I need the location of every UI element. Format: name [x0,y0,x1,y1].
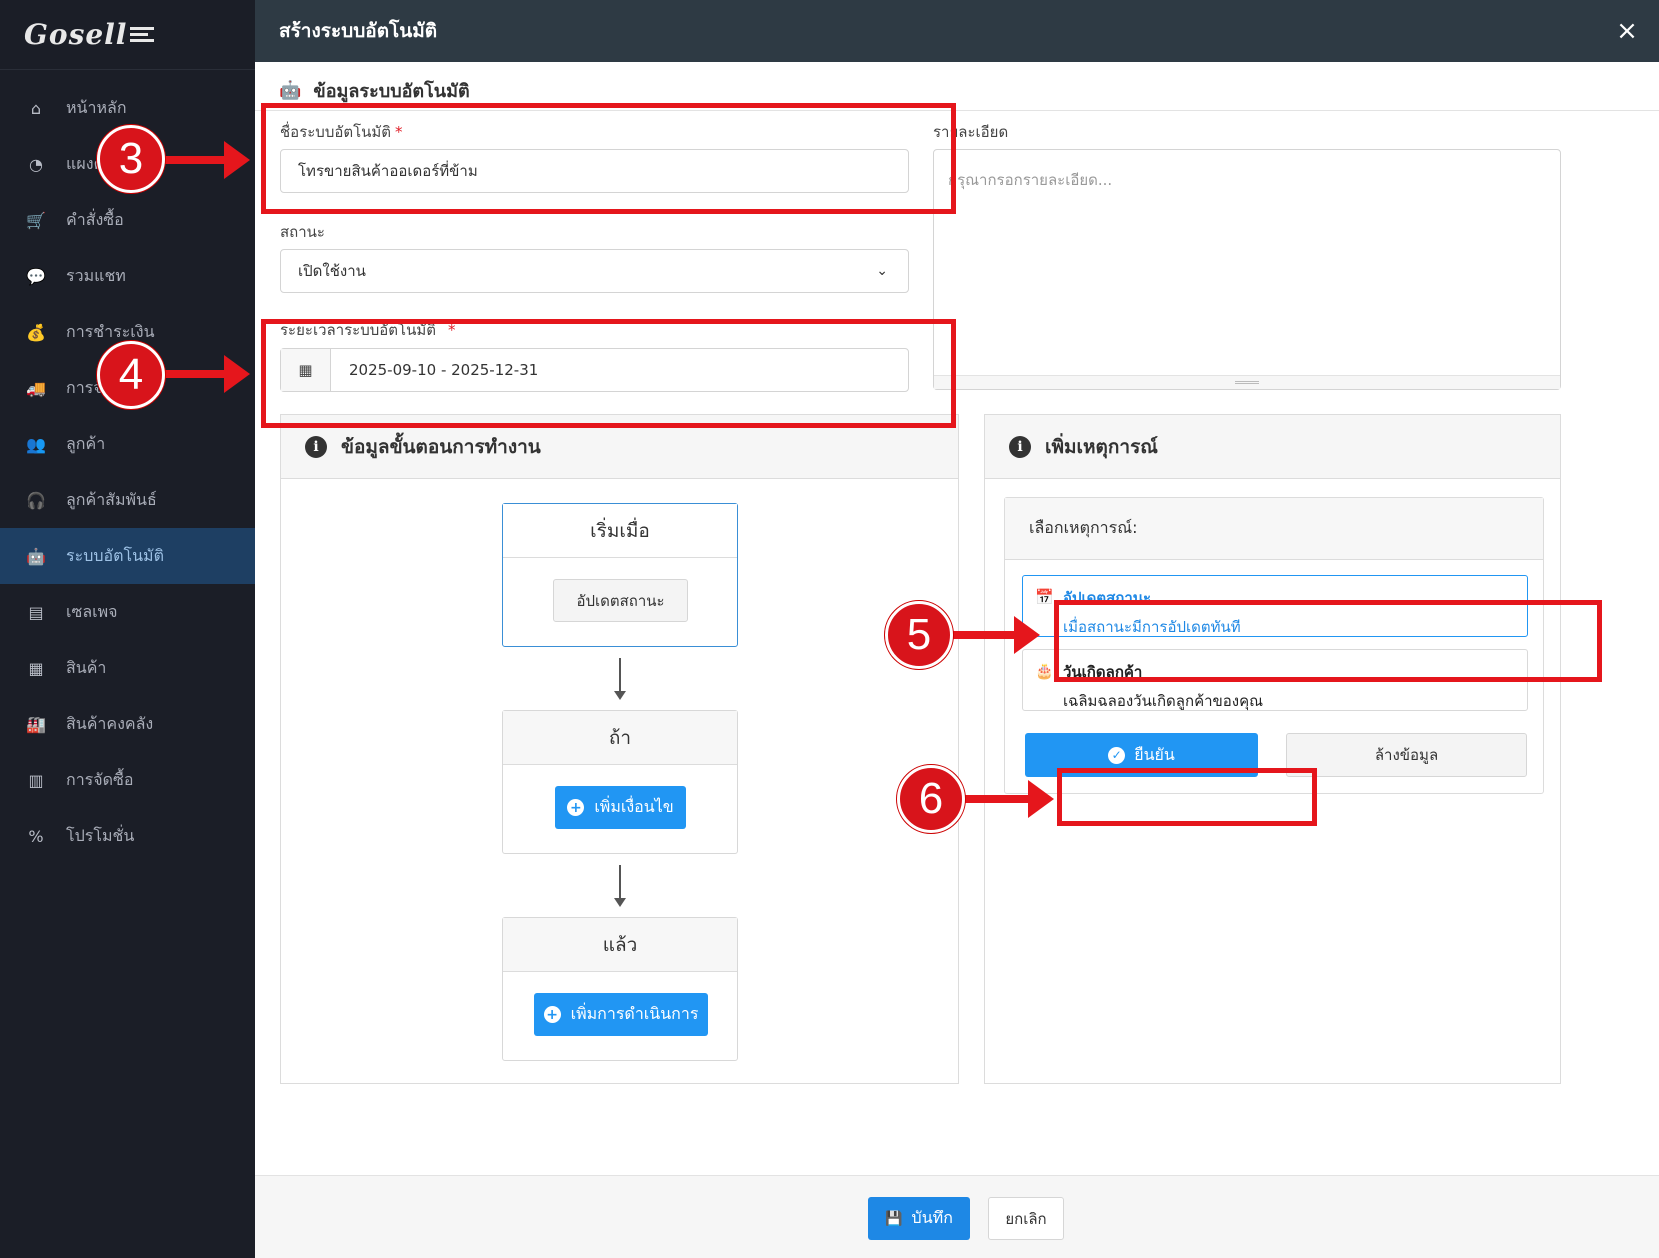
money-bag-icon: 💰 [26,322,46,342]
boxes-icon: ▦ [28,658,44,678]
trigger-status-button[interactable]: อัปเดตสถานะ [553,579,688,622]
workflow-panel: i ข้อมูลขั้นตอนการทำงาน เริ่มเมื่อ อัปเด… [280,414,959,1084]
sidebar-item-label: การชำระเงิน [66,321,155,341]
highlight-event-option [1054,600,1602,682]
close-icon[interactable]: × [1613,17,1641,45]
sidebar-item-11[interactable]: 🏭 สินค้าคงคลัง [0,696,255,752]
status-label: สถานะ [280,223,325,241]
sidebar-item-6[interactable]: 👥 ลูกค้า [0,416,255,472]
sidebar-item-3[interactable]: 💬 รวมแชท [0,248,255,304]
event-desc: เฉลิมฉลองวันเกิดลูกค้าของคุณ [1063,692,1264,710]
annotation-arrow [165,355,250,393]
workflow-title: ข้อมูลขั้นตอนการทำงาน [341,435,541,458]
clear-button[interactable]: ล้างข้อมูล [1286,733,1527,777]
annotation-badge-5: 5 [885,601,953,669]
sidebar-item-label: ลูกค้า [66,433,106,453]
annotation-arrow [962,780,1054,818]
plus-icon: + [543,1006,561,1023]
section-title: ข้อมูลระบบอัตโนมัติ [313,81,470,102]
highlight-confirm-button [1057,768,1317,826]
flow-arrow [614,865,626,907]
section-heading: 🤖 ข้อมูลระบบอัตโนมัติ [279,76,470,105]
chevron-down-icon: ⌄ [876,263,888,279]
modal-footer: 💾 บันทึก ยกเลิก [255,1175,1659,1258]
events-panel-header: i เพิ่มเหตุการณ์ [985,415,1560,479]
users-icon: 👥 [26,434,46,454]
detail-placeholder: กรุณากรอกรายละเอียด... [948,171,1113,189]
info-icon: i [305,435,327,458]
highlight-period-field [261,319,956,428]
sidebar-item-9[interactable]: ▤ เซลเพจ [0,584,255,640]
sidebar-item-label: การจัดซื้อ [66,769,134,789]
sidebar-item-label: คำสั่งซื้อ [66,209,124,229]
condition-box: ถ้า + เพิ่มเงื่อนไข [502,710,738,854]
save-button[interactable]: 💾 บันทึก [868,1197,970,1240]
warehouse-icon: 🏭 [26,714,46,734]
detail-textarea[interactable]: กรุณากรอกรายละเอียด... [933,149,1561,390]
robot-icon: 🤖 [26,546,46,566]
annotation-badge-3: 3 [97,125,165,193]
trigger-box: เริ่มเมื่อ อัปเดตสถานะ [502,503,738,647]
birthday-cake-icon: 🎂 [1035,662,1054,680]
home-icon: ⌂ [30,98,42,118]
resize-handle[interactable] [934,375,1560,389]
robot-icon: 🤖 [279,80,302,101]
sidebar-item-12[interactable]: ▥ การจัดซื้อ [0,752,255,808]
cancel-button[interactable]: ยกเลิก [988,1197,1064,1240]
modal-title: สร้างระบบอัตโนมัติ [279,20,438,42]
sidebar-item-label: สินค้าคงคลัง [66,713,154,733]
chat-icon: 💬 [26,266,46,286]
status-select[interactable]: เปิดใช้งาน ⌄ [280,249,909,293]
sidebar-item-10[interactable]: ▦ สินค้า [0,640,255,696]
sidebar-item-label: สินค้า [66,657,107,677]
plus-icon: + [567,799,585,816]
event-select-label: เลือกเหตุการณ์: [1005,498,1543,560]
sidebar-item-label: โปรโมชั่น [66,825,135,845]
sidebar-item-label: ลูกค้าสัมพันธ์ [66,489,157,509]
add-action-button[interactable]: + เพิ่มการดำเนินการ [534,993,708,1036]
action-title: แล้ว [503,918,737,972]
flow-arrow [614,658,626,700]
sidebar-item-label: ระบบอัตโนมัติ [66,545,164,565]
logo-cart-icon [130,23,156,47]
add-condition-button[interactable]: + เพิ่มเงื่อนไข [555,786,686,829]
annotation-arrow [165,141,250,179]
annotation-arrow [950,616,1040,654]
sidebar-item-label: เซลเพจ [66,601,118,621]
app-logo[interactable]: Gosell [0,0,255,70]
condition-title: ถ้า [503,711,737,765]
sidebar-item-2[interactable]: 🛒 คำสั่งซื้อ [0,192,255,248]
sidebar-item-8[interactable]: 🤖 ระบบอัตโนมัติ [0,528,255,584]
headset-icon: 🎧 [26,490,46,510]
info-icon: i [1009,435,1031,458]
truck-icon: 🚚 [26,378,46,398]
events-title: เพิ่มเหตุการณ์ [1045,435,1158,458]
check-circle-icon: ✓ [1108,746,1126,764]
window-icon: ▤ [28,602,44,622]
sidebar-item-7[interactable]: 🎧 ลูกค้าสัมพันธ์ [0,472,255,528]
logo-text: Gosell [24,18,128,51]
cart-icon: 🛒 [26,210,46,230]
annotation-badge-4: 4 [97,341,165,409]
trigger-title: เริ่มเมื่อ [503,504,737,558]
events-panel: i เพิ่มเหตุการณ์ เลือกเหตุการณ์: 📅 อัปเด… [984,414,1561,1084]
percent-icon: % [28,826,44,846]
sidebar-item-label: รวมแชท [66,265,126,285]
sidebar-item-label: หน้าหลัก [66,97,127,117]
sidebar-item-13[interactable]: % โปรโมชั่น [0,808,255,864]
action-box: แล้ว + เพิ่มการดำเนินการ [502,917,738,1061]
highlight-name-field [261,103,956,214]
status-value: เปิดใช้งาน [298,262,366,280]
dashboard-icon: ◔ [29,154,43,174]
pallet-icon: ▥ [28,770,44,790]
modal-header: สร้างระบบอัตโนมัติ × [255,0,1659,62]
calendar-edit-icon: 📅 [1035,588,1054,606]
annotation-badge-6: 6 [897,765,965,833]
save-icon: 💾 [885,1210,903,1227]
